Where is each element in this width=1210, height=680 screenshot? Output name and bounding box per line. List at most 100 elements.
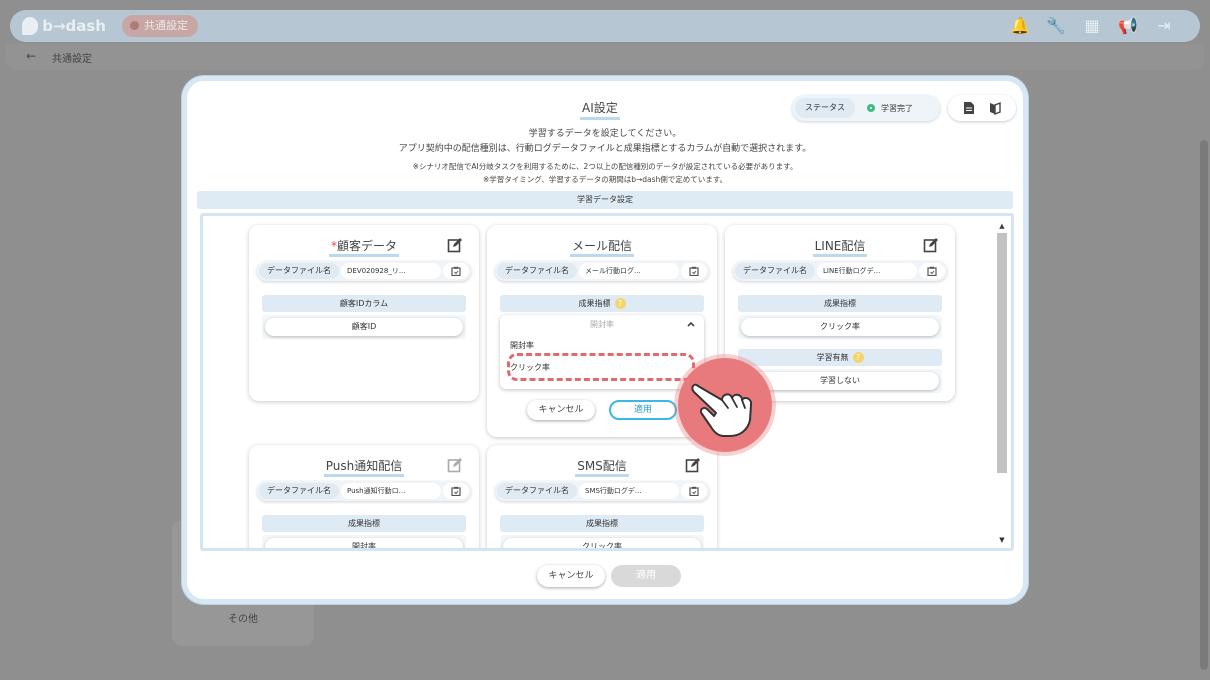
status-text: 学習完了: [881, 103, 913, 113]
sms-delivery-card: SMS配信 データファイル名 SMS行動ログデ... 成果指標 クリック率: [487, 445, 717, 548]
content-scrollbar[interactable]: ▲: [997, 221, 1007, 545]
card-title: Push通知配信: [249, 457, 479, 477]
status-check-icon: [867, 104, 875, 112]
chevron-up-icon: [687, 321, 695, 327]
card-title: メール配信: [487, 237, 717, 257]
kpi-select[interactable]: クリック率: [741, 318, 939, 336]
file-link-button[interactable]: [443, 263, 469, 279]
notes: ※シナリオ配信でAI分岐タスクを利用するために、2つ以上の配信種別のデータが設定…: [187, 160, 1023, 186]
kpi-select[interactable]: 開封率: [265, 538, 463, 548]
modal-cancel-button[interactable]: キャンセル: [537, 565, 605, 587]
edit-icon[interactable]: [447, 237, 463, 253]
clipboard-icon: [927, 266, 937, 276]
file-selector: データファイル名 DEV020928_リ...: [257, 261, 471, 281]
dropdown-selected-text: 開封率: [590, 320, 614, 329]
card-title-text: LINE配信: [812, 239, 868, 257]
grid-icon[interactable]: ▦: [1082, 15, 1102, 35]
scroll-up-icon[interactable]: ▲: [997, 221, 1007, 231]
kpi-select[interactable]: クリック率: [503, 538, 701, 548]
sub-header: [6, 44, 1204, 70]
wrench-icon[interactable]: 🔧: [1046, 15, 1066, 35]
modal-tools: [948, 95, 1016, 121]
push-delivery-card: Push通知配信 データファイル名 Push通知行動ロ... 成果指標 開封率: [249, 445, 479, 548]
status-label: ステータス: [795, 98, 855, 118]
learning-data-settings: *顧客データ データファイル名 DEV020928_リ... 顧客IDカラム 顧…: [200, 213, 1014, 551]
clipboard-icon: [451, 266, 461, 276]
learn-label-text: 学習有無: [816, 353, 849, 362]
field-label: 成果指標: [262, 515, 466, 532]
edit-icon[interactable]: [447, 457, 463, 473]
logout-icon[interactable]: ⇥: [1154, 15, 1174, 35]
bell-icon[interactable]: 🔔: [1010, 15, 1030, 35]
file-name: LINE行動ログデ...: [817, 263, 917, 279]
manual-book-icon[interactable]: [988, 101, 1002, 115]
file-selector: データファイル名 SMS行動ログデ...: [495, 481, 709, 501]
field-value-box: クリック率: [500, 535, 704, 548]
scroll-thumb[interactable]: [997, 233, 1007, 473]
file-name: DEV020928_リ...: [341, 263, 441, 279]
megaphone-icon[interactable]: 📢: [1118, 15, 1138, 35]
modal-apply-button[interactable]: 適用: [611, 565, 681, 587]
logo-mark-icon: [22, 17, 39, 35]
file-selector: データファイル名 LINE行動ログデ...: [733, 261, 947, 281]
page-scrollbar[interactable]: [1200, 140, 1208, 670]
edit-icon[interactable]: [685, 457, 701, 473]
clipboard-icon: [689, 266, 699, 276]
dropdown-selected[interactable]: 開封率: [500, 315, 704, 335]
help-icon[interactable]: ?: [614, 298, 626, 309]
file-label: データファイル名: [497, 483, 577, 499]
field-label: 顧客IDカラム: [262, 295, 466, 312]
status-indicator: ステータス 学習完了: [792, 95, 940, 121]
card-title-text: SMS配信: [575, 459, 629, 477]
breadcrumb: 共通設定: [52, 54, 92, 65]
modal-title: AI設定: [580, 99, 620, 120]
field-value-box: 顧客ID: [262, 315, 466, 339]
clipboard-icon: [689, 486, 699, 496]
description-line: アプリ契約中の配信種別は、行動ログデータファイルと成果指標とするカラムが自動で選…: [398, 144, 812, 154]
scroll-down-icon[interactable]: ▼: [997, 536, 1007, 544]
field-label: 成果指標: [738, 295, 942, 312]
file-link-button[interactable]: [919, 263, 945, 279]
card-title-text: Push通知配信: [323, 459, 405, 477]
section-title: 学習データ設定: [197, 191, 1013, 209]
file-name: メール行動ログ...: [579, 263, 679, 279]
field-value-box: 開封率: [262, 535, 466, 548]
card-title-text: メール配信: [569, 239, 634, 257]
note-line: ※学習タイミング、学習するデータの期間はb→dash側で定めています。: [482, 175, 728, 184]
file-link-button[interactable]: [443, 483, 469, 499]
customer-data-card: *顧客データ データファイル名 DEV020928_リ... 顧客IDカラム 顧…: [249, 225, 479, 401]
file-label: データファイル名: [259, 483, 339, 499]
back-arrow-icon[interactable]: ←: [26, 49, 36, 63]
description: 学習するデータを設定してください。 アプリ契約中の配信種別は、行動ログデータファ…: [187, 127, 1023, 157]
file-selector: データファイル名 メール行動ログ...: [495, 261, 709, 281]
common-settings-chip[interactable]: 共通設定: [122, 15, 198, 37]
file-link-button[interactable]: [681, 483, 707, 499]
customer-id-column-select[interactable]: 顧客ID: [265, 318, 463, 336]
hand-pointer-icon: [678, 358, 772, 452]
status-value: 学習完了: [867, 103, 913, 114]
note-line: ※シナリオ配信でAI分岐タスクを利用するために、2つ以上の配信種別のデータが設定…: [412, 162, 798, 171]
file-label: データファイル名: [735, 263, 815, 279]
logo-text: b→dash: [42, 17, 106, 35]
field-label-text: 成果指標: [578, 299, 611, 308]
card-title: SMS配信: [487, 457, 717, 477]
file-link-button[interactable]: [681, 263, 707, 279]
app-logo[interactable]: b→dash: [22, 14, 106, 38]
card-title-text: 顧客データ: [336, 239, 397, 253]
field-value-box: クリック率: [738, 315, 942, 339]
cancel-button[interactable]: キャンセル: [527, 400, 595, 420]
document-icon[interactable]: [962, 101, 976, 115]
file-name: SMS行動ログデ...: [579, 483, 679, 499]
help-icon[interactable]: ?: [852, 352, 864, 363]
file-label: データファイル名: [497, 263, 577, 279]
file-name: Push通知行動ロ...: [341, 483, 441, 499]
file-label: データファイル名: [259, 263, 339, 279]
highlight-outline: [507, 353, 695, 381]
apply-button[interactable]: 適用: [609, 400, 677, 420]
top-icons: 🔔 🔧 ▦ 📢 ⇥: [1010, 15, 1174, 35]
edit-icon[interactable]: [923, 237, 939, 253]
description-line: 学習するデータを設定してください。: [528, 129, 682, 139]
side-item-other[interactable]: その他: [228, 610, 258, 625]
clipboard-icon: [451, 486, 461, 496]
file-selector: データファイル名 Push通知行動ロ...: [257, 481, 471, 501]
